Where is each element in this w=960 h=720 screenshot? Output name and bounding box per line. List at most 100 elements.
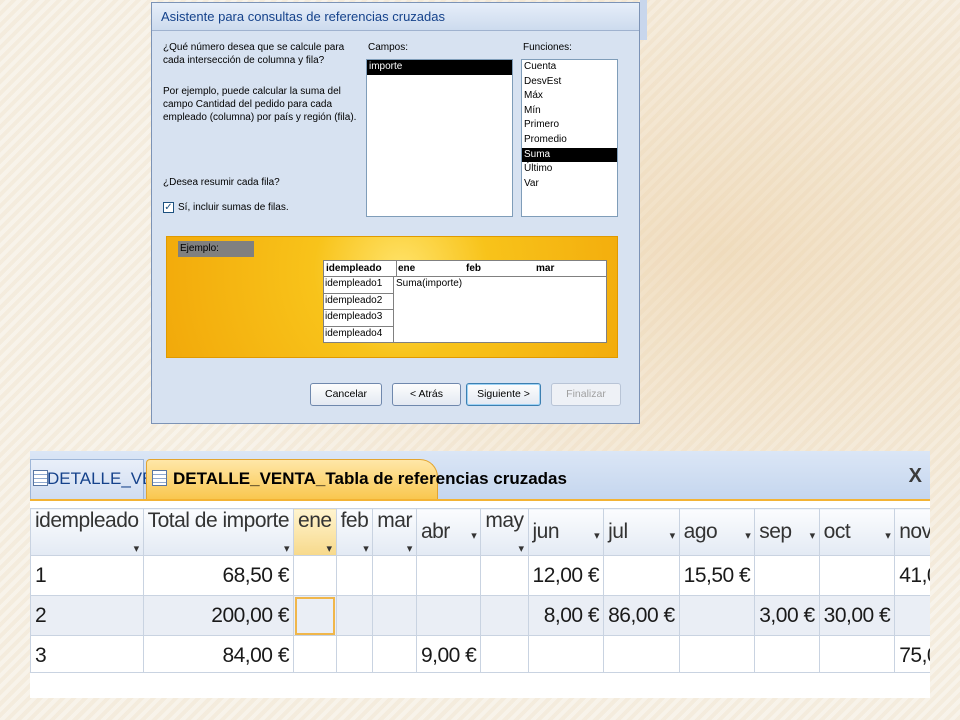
month-cell[interactable] — [372, 595, 417, 636]
month-cell[interactable] — [372, 635, 417, 676]
tab-crosstab-query[interactable]: DETALLE_VENTA_Tabla de referencias cruza… — [146, 459, 567, 499]
employee-id-cell[interactable]: 2 — [30, 595, 144, 636]
finish-button[interactable]: Finalizar — [551, 383, 621, 406]
example-grid: idempleado ene feb mar idempleado1 idemp… — [323, 260, 607, 344]
month-cell[interactable]: 75,00 € — [894, 635, 930, 676]
month-cell[interactable]: 41,00 € — [894, 555, 930, 596]
sort-dropdown-icon[interactable]: ▾ — [594, 529, 600, 542]
column-header[interactable]: idempleado ▾ — [30, 508, 144, 556]
functions-listbox[interactable]: Cuenta DesvEst Máx Mín Primero Promedio … — [521, 59, 618, 217]
sort-dropdown-icon[interactable]: ▾ — [810, 529, 816, 542]
include-row-sums-label[interactable]: Sí, incluir sumas de filas. — [178, 201, 289, 214]
function-item-primero[interactable]: Primero — [522, 118, 617, 133]
tab-detalle-venta[interactable]: DETALLE_VENTA — [30, 459, 186, 499]
month-cell[interactable]: 12,00 € — [527, 555, 605, 596]
cancel-button[interactable]: Cancelar — [310, 383, 382, 406]
month-cell[interactable] — [754, 555, 820, 596]
column-header-label: ene — [298, 509, 332, 533]
column-header[interactable]: feb ▾ — [335, 508, 374, 556]
sort-dropdown-icon[interactable]: ▾ — [327, 542, 333, 555]
month-cell[interactable]: 86,00 € — [603, 595, 680, 636]
month-cell[interactable] — [480, 595, 529, 636]
total-cell[interactable]: 84,00 € — [142, 635, 295, 676]
back-button[interactable]: < Atrás — [392, 383, 461, 406]
month-cell[interactable] — [415, 595, 482, 636]
month-cell[interactable] — [818, 555, 896, 596]
function-item-desvest[interactable]: DesvEst — [522, 75, 617, 90]
month-cell[interactable] — [603, 635, 680, 676]
month-cell[interactable] — [818, 635, 896, 676]
column-header-label: jul — [608, 520, 628, 543]
month-cell[interactable] — [372, 555, 417, 596]
column-header[interactable]: abr ▾ — [415, 508, 482, 556]
total-cell[interactable]: 200,00 € — [142, 595, 295, 636]
function-item-promedio[interactable]: Promedio — [522, 133, 617, 148]
column-header[interactable]: sep ▾ — [754, 508, 820, 556]
employee-id-cell[interactable]: 1 — [30, 555, 144, 596]
sort-dropdown-icon[interactable]: ▾ — [471, 529, 477, 542]
month-cell[interactable]: 30,00 € — [818, 595, 896, 636]
sort-dropdown-icon[interactable]: ▾ — [363, 542, 369, 555]
sort-dropdown-icon[interactable]: ▾ — [284, 542, 290, 555]
column-header-label: may — [485, 509, 524, 533]
month-cell[interactable]: 3,00 € — [754, 595, 820, 636]
table-row: 2200,00 €8,00 €86,00 €3,00 €30,00 €73,00… — [30, 595, 930, 636]
function-item-var[interactable]: Var — [522, 177, 617, 192]
column-header-label: oct — [823, 520, 851, 543]
sort-dropdown-icon[interactable]: ▾ — [885, 529, 891, 542]
function-item-cuenta[interactable]: Cuenta — [522, 60, 617, 75]
next-button[interactable]: Siguiente > — [466, 383, 541, 406]
month-cell[interactable] — [293, 595, 337, 636]
month-cell[interactable] — [754, 635, 820, 676]
month-cell[interactable]: 8,00 € — [527, 595, 605, 636]
fields-label: Campos: — [368, 42, 409, 53]
column-header[interactable]: oct ▾ — [818, 508, 896, 556]
close-icon[interactable]: X — [909, 465, 922, 488]
employee-id-cell[interactable]: 3 — [30, 635, 144, 676]
column-header[interactable]: ago ▾ — [678, 508, 756, 556]
column-header[interactable]: jun ▾ — [527, 508, 605, 556]
question-line-2: cada intersección de columna y fila? — [163, 55, 325, 66]
month-cell[interactable] — [293, 635, 337, 676]
sort-dropdown-icon[interactable]: ▾ — [670, 529, 676, 542]
month-cell[interactable] — [335, 555, 374, 596]
month-cell[interactable]: 9,00 € — [415, 635, 482, 676]
column-header[interactable]: nov▾ — [894, 508, 930, 556]
month-cell[interactable] — [527, 635, 605, 676]
month-cell[interactable] — [415, 555, 482, 596]
sort-dropdown-icon[interactable]: ▾ — [407, 542, 413, 555]
question-line-1: ¿Qué número desea que se calcule para — [163, 42, 345, 53]
example-row-header: idempleado — [326, 263, 382, 274]
sort-dropdown-icon[interactable]: ▾ — [518, 542, 524, 555]
column-header-label: sep — [759, 520, 792, 543]
month-cell[interactable] — [293, 555, 337, 596]
function-item-max[interactable]: Máx — [522, 89, 617, 104]
fields-listbox[interactable]: importe — [366, 59, 513, 217]
function-item-ultimo[interactable]: Último — [522, 162, 617, 177]
function-item-min[interactable]: Mín — [522, 104, 617, 119]
month-cell[interactable] — [678, 635, 756, 676]
total-cell[interactable]: 68,50 € — [142, 555, 295, 596]
month-cell[interactable] — [335, 635, 374, 676]
sort-dropdown-icon[interactable]: ▾ — [134, 542, 140, 555]
example-row-label: idempleado3 — [323, 310, 394, 327]
column-header[interactable]: jul ▾ — [603, 508, 680, 556]
new-record-row[interactable] — [30, 672, 930, 698]
month-cell[interactable] — [678, 595, 756, 636]
function-item-suma[interactable]: Suma — [522, 147, 617, 163]
month-cell[interactable] — [480, 635, 529, 676]
column-header[interactable]: mar ▾ — [372, 508, 417, 556]
column-header[interactable]: ene ▾ — [293, 508, 337, 556]
month-cell[interactable] — [480, 555, 529, 596]
month-cell[interactable] — [335, 595, 374, 636]
sort-dropdown-icon[interactable]: ▾ — [745, 529, 751, 542]
column-header[interactable]: may ▾ — [480, 508, 529, 556]
column-header[interactable]: Total de importe ▾ — [142, 508, 295, 556]
example-col-header: mar — [536, 263, 555, 274]
include-row-sums-checkbox[interactable]: ✓ — [163, 202, 174, 213]
example-preview-panel: Ejemplo: idempleado ene feb mar idemplea… — [166, 236, 618, 358]
month-cell[interactable]: 15,50 € — [678, 555, 756, 596]
month-cell[interactable] — [894, 595, 930, 636]
month-cell[interactable] — [603, 555, 680, 596]
field-item-importe[interactable]: importe — [367, 60, 512, 75]
